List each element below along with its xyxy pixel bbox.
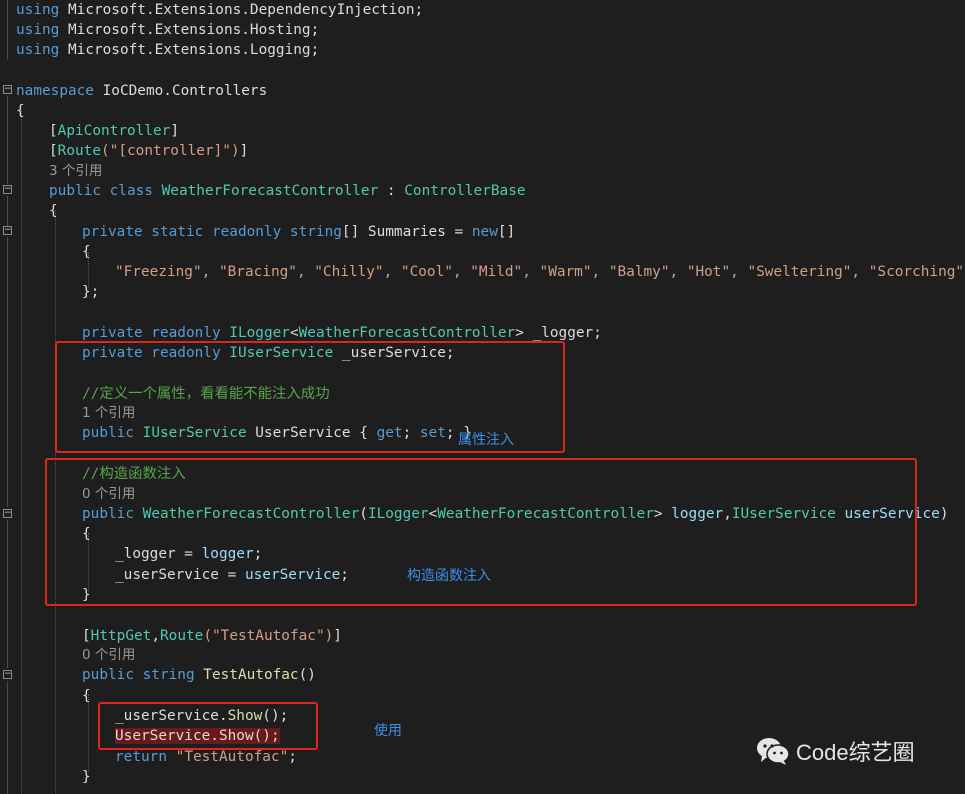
fold-line-namespace <box>7 96 8 184</box>
code-line-return: return "TestAutofac"; <box>115 749 297 765</box>
code-line-attr-route: [Route("[controller]")] <box>49 143 249 159</box>
code-line-using-3: using Microsoft.Extensions.Logging; <box>16 42 320 58</box>
fold-toggle-constructor[interactable]: − <box>3 509 12 518</box>
code-line-method-close: } <box>82 769 91 785</box>
code-line-summaries-open: { <box>82 244 91 260</box>
fold-line-usings <box>7 0 8 60</box>
codelens-class-refs[interactable]: 3 个引用 <box>49 161 102 181</box>
code-line-using-1: using Microsoft.Extensions.DependencyInj… <box>16 2 424 18</box>
highlight-box-usage <box>98 702 318 750</box>
code-line-summaries-close: }; <box>82 284 100 300</box>
code-line-using-2: using Microsoft.Extensions.Hosting; <box>16 22 320 38</box>
code-line-ns-open: { <box>16 103 25 119</box>
fold-line-class-b <box>7 237 8 507</box>
annotation-property-injection: 属性注入 <box>458 432 514 448</box>
watermark: Code综艺圈 <box>756 733 915 769</box>
code-line-attr-httpget: [HttpGet,Route("TestAutofac")] <box>82 628 342 644</box>
code-line-method-open: { <box>82 688 91 704</box>
codelens-method-refs[interactable]: 0 个引用 <box>82 645 135 665</box>
code-line-logger-field: private readonly ILogger<WeatherForecast… <box>82 325 602 341</box>
fold-toggle-class[interactable]: − <box>3 185 12 194</box>
code-line-namespace: namespace IoCDemo.Controllers <box>16 83 268 99</box>
watermark-text: Code综艺圈 <box>796 740 915 765</box>
fold-toggle-summaries[interactable]: − <box>3 226 12 235</box>
fold-line-class-c <box>7 520 8 668</box>
wechat-icon <box>756 736 790 766</box>
code-line-summaries-values: "Freezing", "Bracing", "Chilly", "Cool",… <box>115 264 965 280</box>
fold-line-method <box>7 681 8 794</box>
code-line-attr-apicontroller: [ApiController] <box>49 123 179 139</box>
annotation-constructor-injection: 构造函数注入 <box>407 568 491 584</box>
code-line-class-decl: public class WeatherForecastController :… <box>49 183 526 199</box>
code-line-method-decl: public string TestAutofac() <box>82 667 316 683</box>
code-line-class-open: { <box>49 203 58 219</box>
fold-toggle-method[interactable]: − <box>3 670 12 679</box>
fold-line-class-a <box>7 196 8 226</box>
annotation-usage: 使用 <box>374 723 402 739</box>
indent-guide-1 <box>21 110 22 794</box>
code-line-summaries-decl: private static readonly string[] Summari… <box>82 224 516 240</box>
fold-toggle-namespace[interactable]: − <box>3 85 12 94</box>
